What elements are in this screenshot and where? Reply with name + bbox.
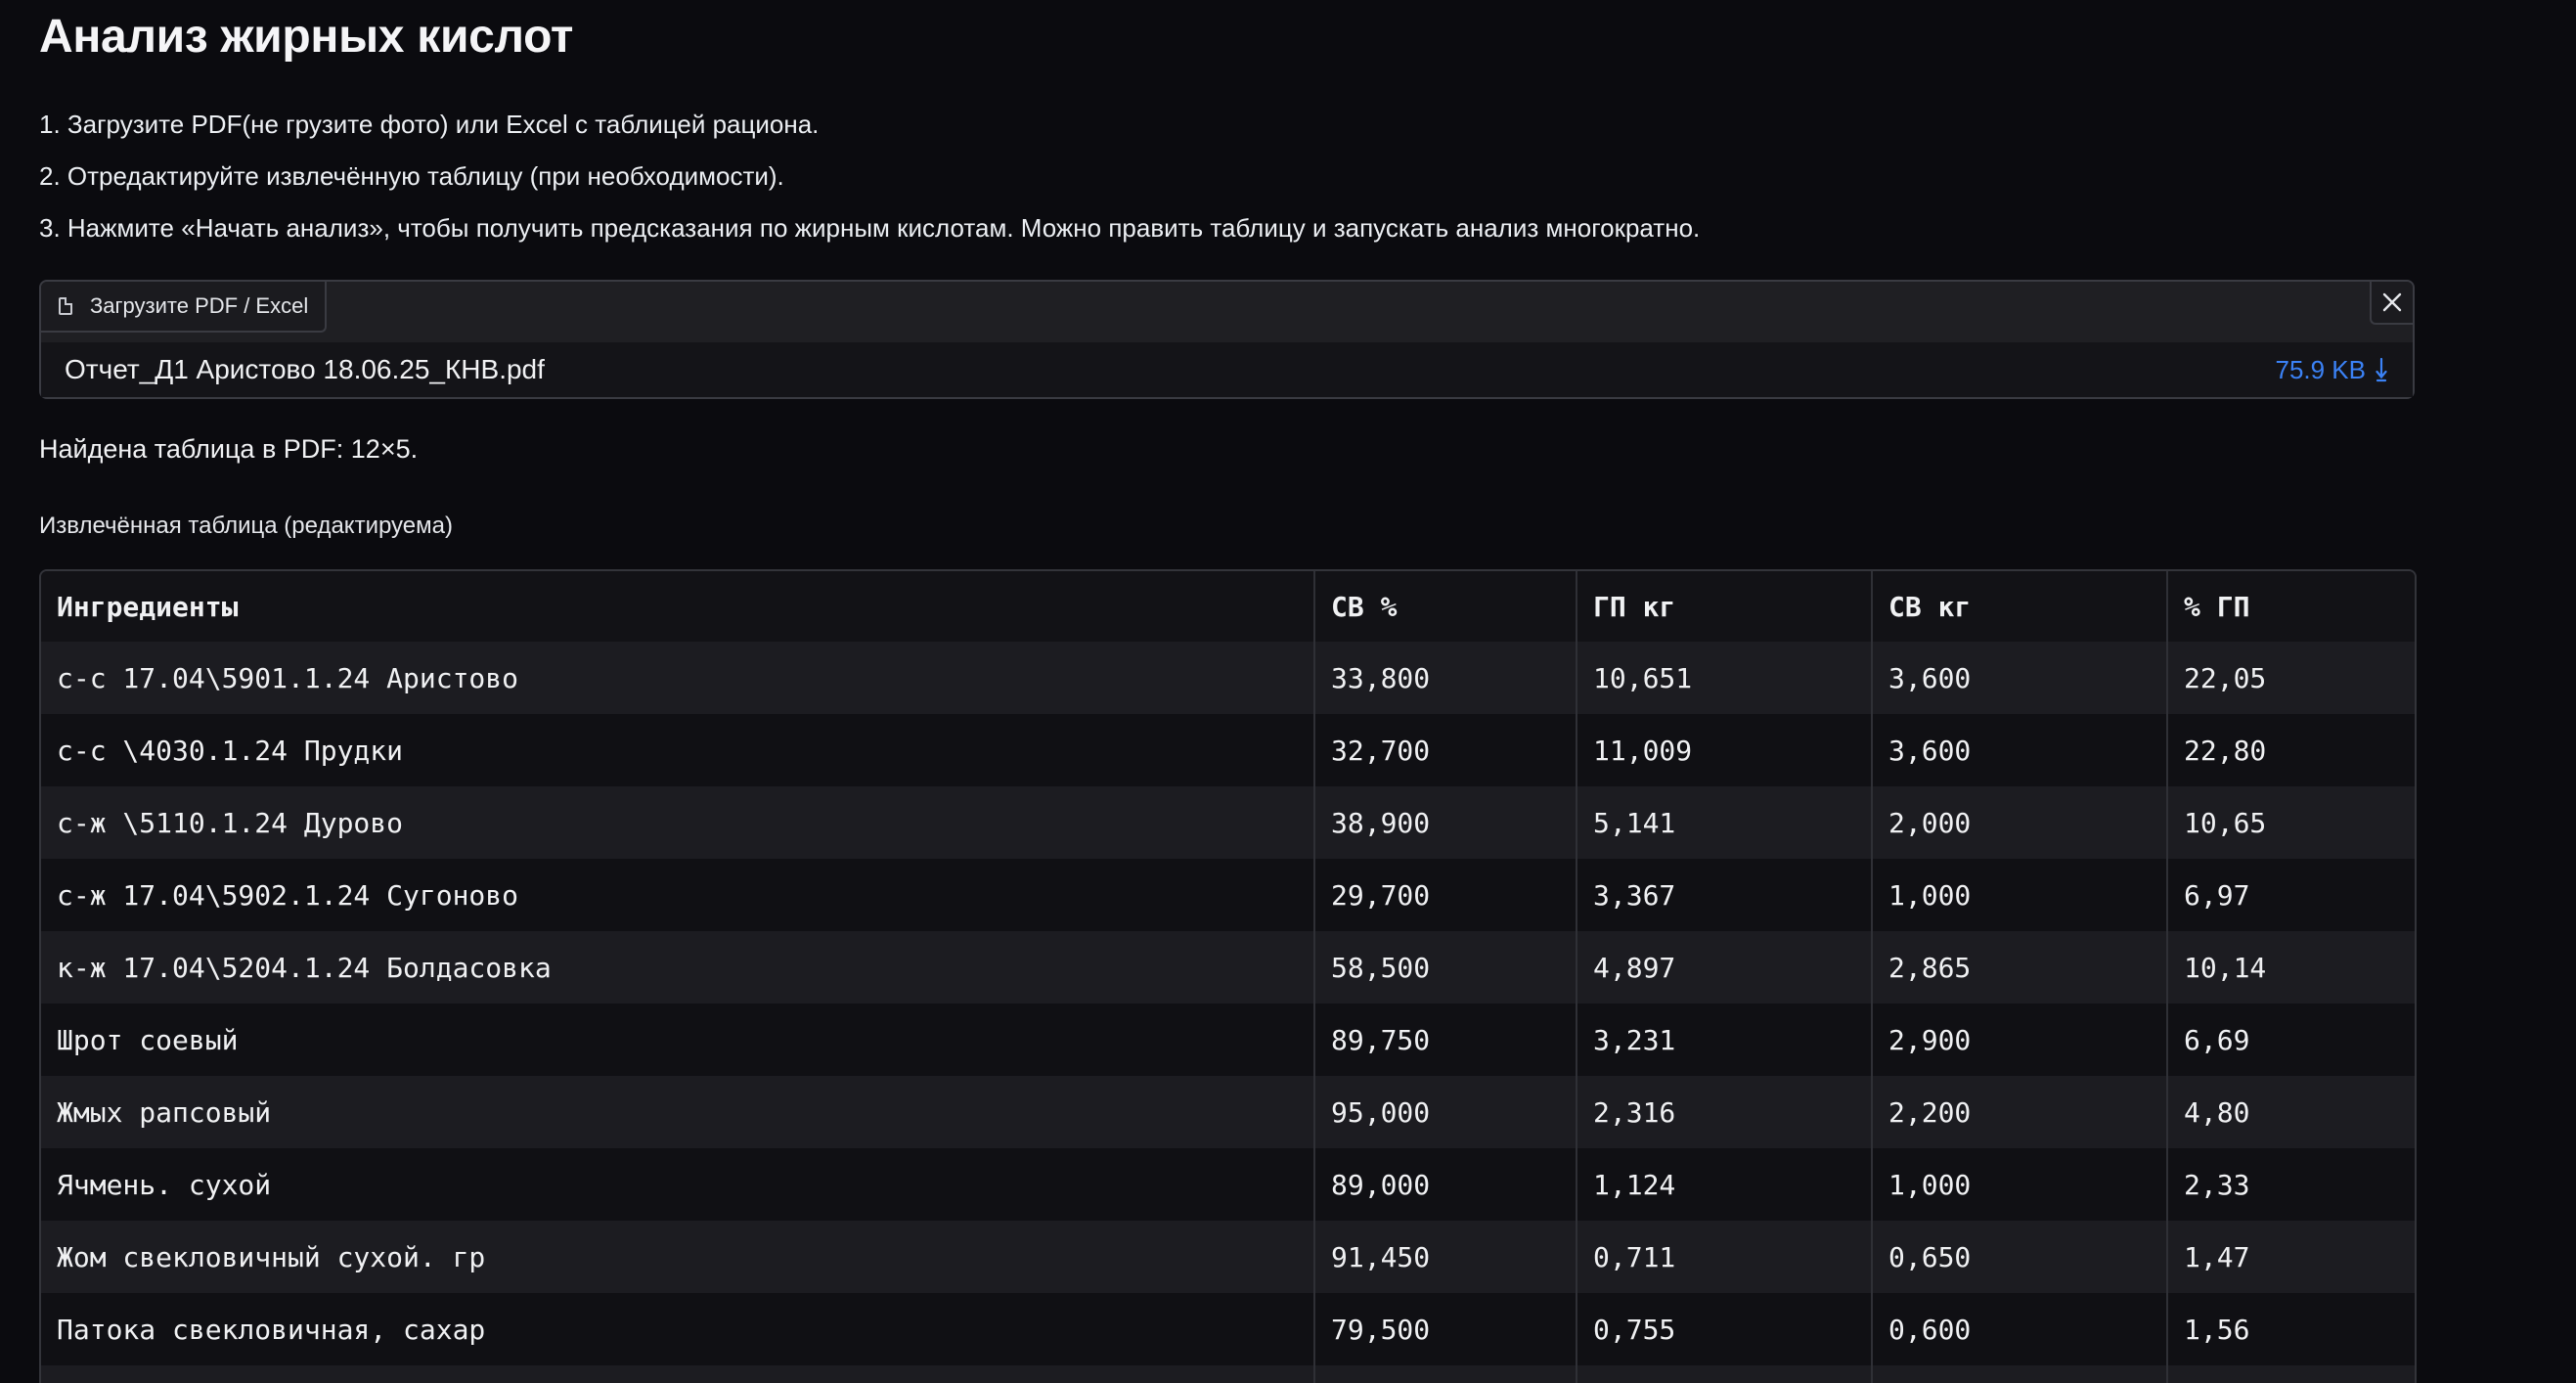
instruction-step-1: 1. Загрузите PDF(не грузите фото) или Ex… — [39, 110, 820, 139]
table-row: Патока свекловичная, сахар 79,500 0,755 … — [41, 1293, 2415, 1365]
table-cell[interactable]: 32,700 — [1314, 714, 1577, 786]
table-found-status: Найдена таблица в PDF: 12×5. — [39, 434, 419, 464]
table-cell[interactable]: 1,000 — [1872, 859, 2168, 931]
table-cell[interactable]: с-с \4030.1.24 Прудки — [41, 714, 1315, 786]
uploaded-file-name: Отчет_Д1 Аристово 18.06.25_КНВ.pdf — [65, 354, 545, 384]
table-cell[interactable]: с-ж 17.04\5902.1.24 Сугоново — [41, 859, 1315, 931]
table-cell[interactable]: с-ж \5110.1.24 Дурово — [41, 786, 1315, 859]
table-cell[interactable]: 0,650 — [1872, 1221, 2168, 1293]
table-cell[interactable]: 1,47 — [2167, 1221, 2415, 1293]
table-row: Жом свекловичный сухой. гр 91,450 0,711 … — [41, 1221, 2415, 1293]
table-cell[interactable]: 38,900 — [1314, 786, 1577, 859]
table-cell[interactable]: 1,000 — [1872, 1148, 2168, 1221]
editable-table[interactable]: Ингредиенты СВ % ГП кг СВ кг % ГП с-с 17… — [39, 569, 2417, 1383]
table-row: с-ж \5110.1.24 Дурово 38,900 5,141 2,000… — [41, 786, 2415, 859]
table-cell[interactable]: 29,700 — [1314, 859, 1577, 931]
table-cell[interactable]: 5,141 — [1577, 786, 1873, 859]
table-cell[interactable]: 95,000 — [1314, 1076, 1577, 1148]
table-cell[interactable]: 11,009 — [1577, 714, 1873, 786]
clear-file-button[interactable] — [2370, 282, 2413, 325]
instructions-list: 1. Загрузите PDF(не грузите фото) или Ex… — [39, 102, 1700, 257]
table-row: Шрот соевый 89,750 3,231 2,900 6,69 — [41, 1004, 2415, 1076]
table-cell[interactable]: 91,450 — [1314, 1221, 1577, 1293]
table-header-row: Ингредиенты СВ % ГП кг СВ кг % ГП — [41, 571, 2415, 642]
table-cell[interactable]: Жмых рапсовый — [41, 1076, 1315, 1148]
table-cell[interactable]: 0,755 — [1577, 1293, 1873, 1365]
table-row: к-ж 17.04\5204.1.24 Болдасовка 58,500 4,… — [41, 931, 2415, 1004]
column-header-gp-kg[interactable]: ГП кг — [1577, 571, 1873, 642]
table-cell[interactable]: Патока свекловичная, сахар — [41, 1293, 1315, 1365]
app-page: Анализ жирных кислот 1. Загрузите PDF(не… — [0, 0, 2576, 1383]
table-cell[interactable]: 1,56 — [2167, 1293, 2415, 1365]
table-cell[interactable]: 79,500 — [1314, 1293, 1577, 1365]
upload-button[interactable]: Загрузите PDF / Excel — [41, 282, 327, 333]
table-cell[interactable]: 10,65 — [2167, 786, 2415, 859]
table-cell[interactable]: 33,800 — [1314, 642, 1577, 714]
table-cell[interactable]: 4,897 — [1577, 931, 1873, 1004]
download-icon — [2376, 357, 2387, 382]
table-title: Извлечённая таблица (редактируема) — [39, 513, 453, 539]
table-cell[interactable]: 22,80 — [2167, 714, 2415, 786]
file-size-text: 75.9 KB — [2275, 354, 2366, 384]
table-row: с-с 17.04\5901.1.24 Аристово 33,800 10,6… — [41, 642, 2415, 714]
upload-label-text: Загрузите PDF / Excel — [90, 293, 309, 318]
column-header-dm-kg[interactable]: СВ кг — [1872, 571, 2168, 642]
table-row-partial — [41, 1365, 2415, 1383]
column-header-dm-percent[interactable]: СВ % — [1314, 571, 1577, 642]
table-cell[interactable]: 0,600 — [1872, 1293, 2168, 1365]
table-cell[interactable]: 2,33 — [2167, 1148, 2415, 1221]
table-cell[interactable]: 3,231 — [1577, 1004, 1873, 1076]
download-file-link[interactable]: 75.9 KB — [2275, 355, 2387, 385]
table-cell[interactable]: 2,865 — [1872, 931, 2168, 1004]
table-cell[interactable]: 58,500 — [1314, 931, 1577, 1004]
table-cell[interactable]: с-с 17.04\5901.1.24 Аристово — [41, 642, 1315, 714]
close-icon — [2382, 292, 2402, 312]
table-row: с-с \4030.1.24 Прудки 32,700 11,009 3,60… — [41, 714, 2415, 786]
table-cell[interactable]: 3,600 — [1872, 642, 2168, 714]
instruction-step-2: 2. Отредактируйте извлечённую таблицу (п… — [39, 161, 784, 191]
uploaded-file-row: Отчет_Д1 Аристово 18.06.25_КНВ.pdf 75.9 … — [41, 342, 2413, 397]
column-header-ingredients[interactable]: Ингредиенты — [41, 571, 1315, 642]
table-cell[interactable]: к-ж 17.04\5204.1.24 Болдасовка — [41, 931, 1315, 1004]
table-cell[interactable]: 89,000 — [1314, 1148, 1577, 1221]
column-header-gp-percent[interactable]: % ГП — [2167, 571, 2415, 642]
table-row: Жмых рапсовый 95,000 2,316 2,200 4,80 — [41, 1076, 2415, 1148]
table-cell[interactable]: 1,124 — [1577, 1148, 1873, 1221]
table-cell[interactable]: Жом свекловичный сухой. гр — [41, 1221, 1315, 1293]
table-cell[interactable]: 3,367 — [1577, 859, 1873, 931]
table-cell[interactable]: 10,14 — [2167, 931, 2415, 1004]
file-upload-panel[interactable]: Загрузите PDF / Excel Отчет_Д1 Аристово … — [39, 280, 2415, 399]
table-cell[interactable]: 89,750 — [1314, 1004, 1577, 1076]
table-row: с-ж 17.04\5902.1.24 Сугоново 29,700 3,36… — [41, 859, 2415, 931]
table-cell[interactable]: 6,69 — [2167, 1004, 2415, 1076]
page-title: Анализ жирных кислот — [39, 11, 574, 63]
table-cell[interactable]: 2,900 — [1872, 1004, 2168, 1076]
table-cell[interactable]: Ячмень. сухой — [41, 1148, 1315, 1221]
table-cell[interactable]: Шрот соевый — [41, 1004, 1315, 1076]
file-icon — [59, 297, 72, 315]
table-cell[interactable]: 2,000 — [1872, 786, 2168, 859]
table-cell[interactable]: 6,97 — [2167, 859, 2415, 931]
table-cell[interactable]: 3,600 — [1872, 714, 2168, 786]
data-table: Ингредиенты СВ % ГП кг СВ кг % ГП с-с 17… — [41, 571, 2415, 1383]
table-cell[interactable]: 2,200 — [1872, 1076, 2168, 1148]
table-cell[interactable]: 22,05 — [2167, 642, 2415, 714]
table-cell[interactable]: 2,316 — [1577, 1076, 1873, 1148]
table-cell[interactable]: 4,80 — [2167, 1076, 2415, 1148]
instruction-step-3: 3. Нажмите «Начать анализ», чтобы получи… — [39, 213, 1701, 243]
table-body: с-с 17.04\5901.1.24 Аристово 33,800 10,6… — [41, 642, 2415, 1383]
table-cell[interactable]: 0,711 — [1577, 1221, 1873, 1293]
table-row: Ячмень. сухой 89,000 1,124 1,000 2,33 — [41, 1148, 2415, 1221]
table-cell[interactable]: 10,651 — [1577, 642, 1873, 714]
